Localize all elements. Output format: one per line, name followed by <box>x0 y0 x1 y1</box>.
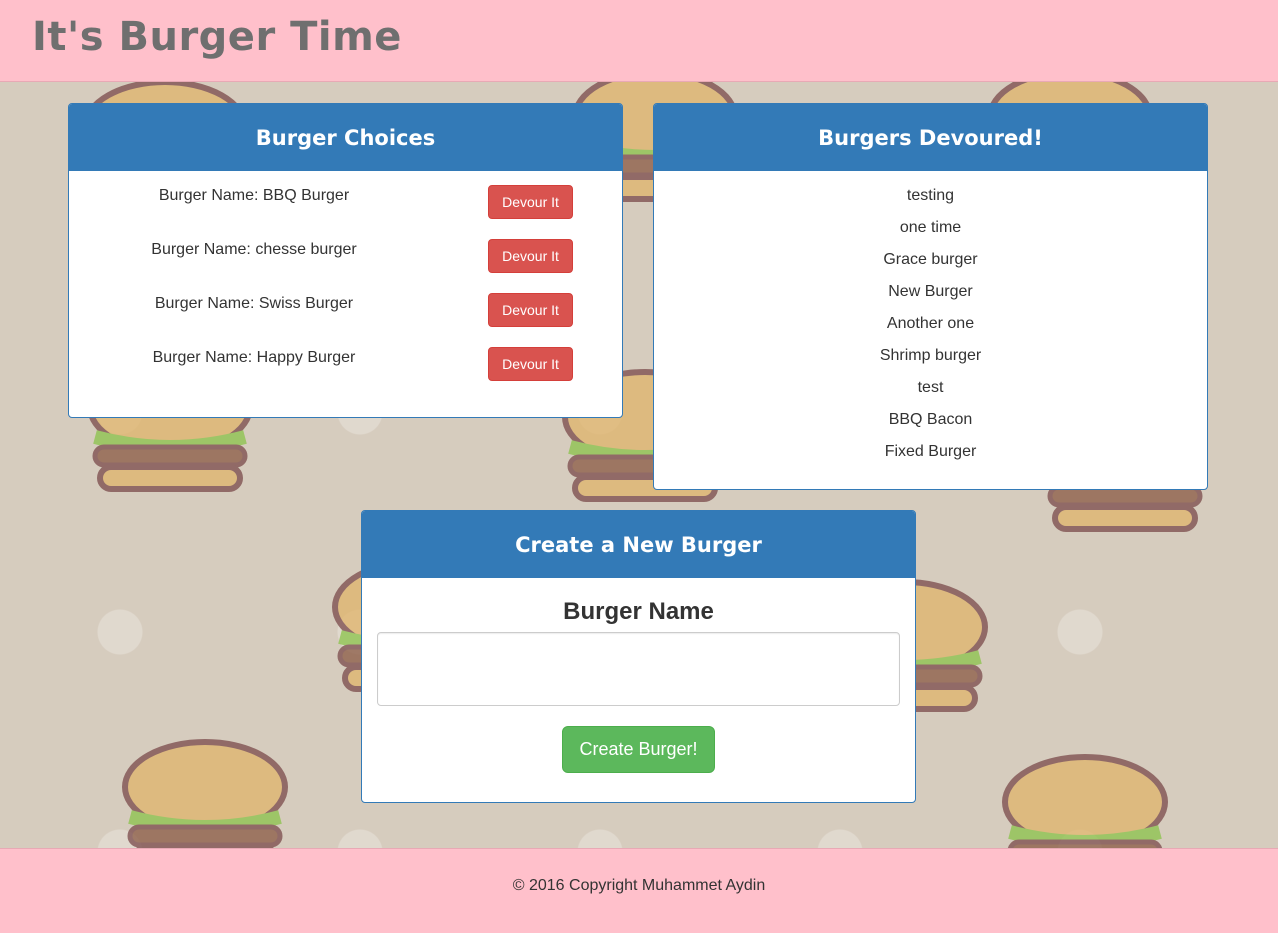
list-item: Another one <box>886 315 975 332</box>
list-item: Fixed Burger <box>884 443 977 460</box>
create-burger-panel: Create a New Burger Burger Name Create B… <box>361 510 916 803</box>
burger-choices-panel: Burger Choices Burger Name: BBQ Burger D… <box>68 103 623 418</box>
burgers-devoured-heading: Burgers Devoured! <box>654 104 1207 171</box>
devoured-list: testing one time Grace burger New Burger… <box>654 171 1207 475</box>
devour-button[interactable]: Devour It <box>488 185 573 219</box>
devour-button[interactable]: Devour It <box>488 293 573 327</box>
list-item: test <box>917 379 944 396</box>
devour-button[interactable]: Devour It <box>488 239 573 273</box>
burger-name: Burger Name: BBQ Burger <box>158 187 350 204</box>
site-footer: © 2016 Copyright Muhammet Aydin <box>0 848 1278 933</box>
list-item: Burger Name: BBQ Burger Devour It <box>69 171 622 225</box>
list-item: New Burger <box>888 283 973 300</box>
list-item: one time <box>899 219 962 236</box>
devour-button[interactable]: Devour It <box>488 347 573 381</box>
burger-name: Burger Name: Happy Burger <box>152 349 356 366</box>
list-item: Burger Name: Swiss Burger Devour It <box>69 279 622 333</box>
list-item: Burger Name: chesse burger Devour It <box>69 225 622 279</box>
list-item: Shrimp burger <box>879 347 982 364</box>
burgers-devoured-panel: Burgers Devoured! testing one time Grace… <box>653 103 1208 490</box>
burger-illustration <box>122 739 288 848</box>
burger-name: Burger Name: Swiss Burger <box>154 295 354 312</box>
list-item: testing <box>906 187 955 204</box>
list-item: Grace burger <box>883 251 978 268</box>
burger-name-label: Burger Name <box>563 598 714 625</box>
site-header: It's Burger Time <box>0 0 1278 82</box>
create-burger-heading: Create a New Burger <box>362 511 915 578</box>
list-item: Burger Name: Happy Burger Devour It <box>69 333 622 387</box>
burger-name-input[interactable] <box>377 632 900 706</box>
create-burger-button[interactable]: Create Burger! <box>562 726 715 773</box>
site-title: It's Burger Time <box>32 14 402 60</box>
burger-name: Burger Name: chesse burger <box>151 241 357 258</box>
copyright-text: © 2016 Copyright Muhammet Aydin <box>512 877 766 894</box>
burger-choices-heading: Burger Choices <box>69 104 622 171</box>
burger-choices-list: Burger Name: BBQ Burger Devour It Burger… <box>69 171 622 387</box>
list-item: BBQ Bacon <box>888 411 973 428</box>
burger-illustration <box>1002 754 1168 848</box>
